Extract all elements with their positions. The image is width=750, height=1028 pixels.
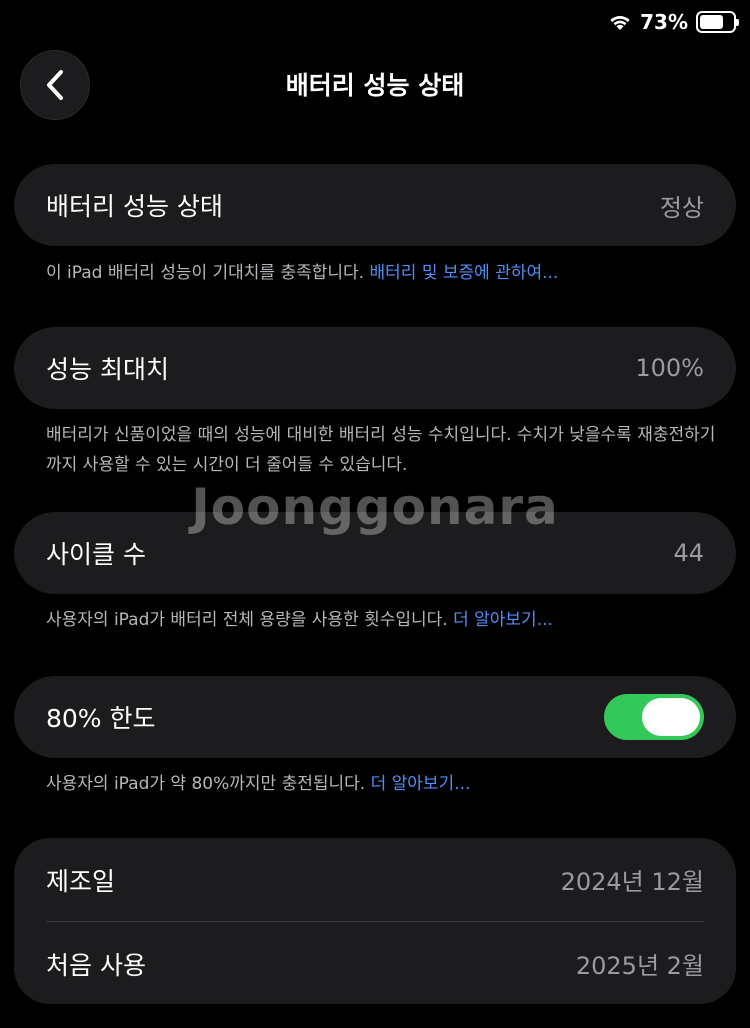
charge-limit-footnote-text: 사용자의 iPad가 약 80%까지만 충전됩니다. xyxy=(46,774,371,794)
charge-limit-footnote: 사용자의 iPad가 약 80%까지만 충전됩니다. 더 알아보기... xyxy=(46,769,726,799)
charge-limit-label: 80% 한도 xyxy=(46,704,156,733)
battery-health-screen: 73% 배터리 성능 상태 배터리 성능 상태 정상 이 iPad 배터리 성능… xyxy=(0,0,750,1028)
battery-health-value: 정상 xyxy=(659,193,704,222)
manufacture-date-label: 제조일 xyxy=(46,866,116,896)
max-capacity-row: 성능 최대치 100% xyxy=(14,327,736,409)
cycle-learn-more-link[interactable]: 더 알아보기... xyxy=(453,610,553,630)
charge-limit-row: 80% 한도 xyxy=(14,676,736,758)
battery-percent: 73% xyxy=(640,10,688,34)
status-bar: 73% xyxy=(608,10,739,34)
cycle-count-value: 44 xyxy=(673,539,704,567)
battery-icon xyxy=(696,11,739,33)
max-capacity-value: 100% xyxy=(635,354,704,382)
charge-limit-toggle[interactable] xyxy=(604,694,704,740)
cycle-count-footnote: 사용자의 iPad가 배터리 전체 용량을 사용한 횟수입니다. 더 알아보기.… xyxy=(46,605,726,635)
first-use-value: 2025년 2월 xyxy=(575,952,704,980)
max-capacity-footnote: 배터리가 신품이었을 때의 성능에 대비한 배터리 성능 수치입니다. 수치가 … xyxy=(46,425,716,475)
manufacture-date-row: 제조일 2024년 12월 xyxy=(46,838,704,921)
max-capacity-label: 성능 최대치 xyxy=(46,355,169,384)
manufacture-date-value: 2024년 12월 xyxy=(560,868,704,896)
cycle-count-label: 사이클 수 xyxy=(46,540,146,569)
battery-health-row: 배터리 성능 상태 정상 xyxy=(14,164,736,246)
limit-learn-more-link[interactable]: 더 알아보기... xyxy=(371,774,471,794)
battery-health-footnote: 이 iPad 배터리 성능이 기대치를 충족합니다. 배터리 및 보증에 관하여… xyxy=(46,258,726,288)
battery-warranty-link[interactable]: 배터리 및 보증에 관하여... xyxy=(370,263,559,283)
wifi-icon xyxy=(608,13,632,31)
battery-level-fill xyxy=(700,15,724,29)
battery-health-footnote-text: 이 iPad 배터리 성능이 기대치를 충족합니다. xyxy=(46,263,370,283)
page-title: 배터리 성능 상태 xyxy=(285,71,465,100)
cycle-count-row: 사이클 수 44 xyxy=(14,512,736,594)
first-use-row: 처음 사용 2025년 2월 xyxy=(46,922,704,1005)
first-use-label: 처음 사용 xyxy=(46,950,146,980)
cycle-count-footnote-text: 사용자의 iPad가 배터리 전체 용량을 사용한 횟수입니다. xyxy=(46,610,454,630)
toggle-knob xyxy=(642,698,700,736)
battery-info-group: 제조일 2024년 12월 처음 사용 2025년 2월 xyxy=(14,838,736,1004)
battery-health-label: 배터리 성능 상태 xyxy=(46,192,223,221)
